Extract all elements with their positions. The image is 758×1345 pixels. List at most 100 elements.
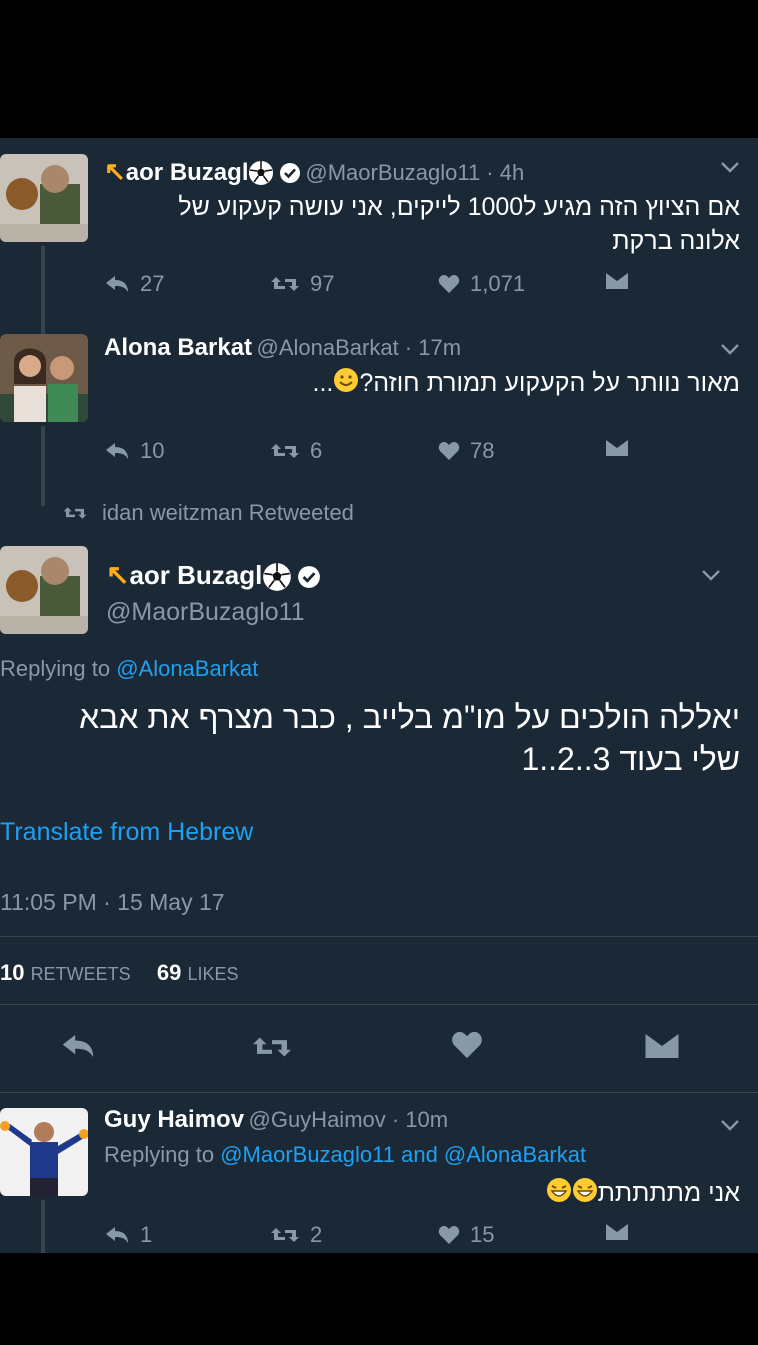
like-stat[interactable]: 69 LIKES: [157, 960, 239, 985]
like-button[interactable]: 1,071: [438, 271, 525, 297]
reply-icon: [106, 443, 128, 459]
retweet-count: 6: [310, 438, 323, 463]
retweet-icon: [252, 1037, 292, 1057]
avatar[interactable]: [0, 334, 88, 422]
like-stat-count: 69: [156, 960, 182, 985]
chevron-down-icon[interactable]: [701, 564, 721, 587]
reply-count: 1: [140, 1222, 153, 1247]
reply-icon: [106, 1227, 128, 1243]
yellow-mark-icon: ↖: [106, 559, 130, 590]
replying-to: Replying to @AlonaBarkat: [0, 656, 258, 682]
retweet-button[interactable]: 2: [270, 1222, 322, 1248]
author-name[interactable]: aor Buzagl: [129, 560, 262, 590]
main-tweet-name-row: ↖aor Buzagl: [106, 558, 321, 597]
replying-to-link[interactable]: @MaorBuzaglo11 and @AlonaBarkat: [220, 1142, 586, 1167]
retweet-button[interactable]: [250, 1032, 294, 1067]
verified-icon: [279, 162, 301, 189]
tweet-actions: 1 2 15: [100, 1222, 640, 1252]
retweet-icon: [271, 444, 299, 458]
timestamp[interactable]: 11:05 PM · 15 May 17: [0, 889, 225, 916]
retweet-button[interactable]: 97: [270, 271, 334, 297]
tweet-header: Alona Barkat @AlonaBarkat · 17m: [104, 334, 461, 362]
tweet-actions: 10 6 78: [100, 438, 640, 468]
dm-button[interactable]: [644, 1030, 680, 1067]
dm-icon: [606, 273, 628, 289]
translate-link[interactable]: Translate from Hebrew: [0, 818, 253, 847]
dm-button[interactable]: [605, 271, 629, 291]
reply-button[interactable]: [60, 1032, 96, 1065]
main-tweet-text: יאללה הולכים על מו"מ בלייב , כבר מצרף את…: [10, 696, 740, 780]
laughing-emoji-icon: [572, 1177, 598, 1212]
author-handle-time[interactable]: @GuyHaimov · 10m: [249, 1107, 449, 1132]
replying-prefix: Replying to: [104, 1142, 221, 1167]
like-button[interactable]: 78: [438, 438, 494, 464]
dm-icon: [606, 1224, 628, 1240]
laughing-emoji-icon: [546, 1177, 572, 1212]
verified-icon: [297, 565, 321, 594]
dm-button[interactable]: [605, 1222, 629, 1242]
tweet-text-line: אלונה ברקת: [612, 227, 740, 255]
reply-count: 27: [140, 271, 165, 296]
like-stat-label: LIKES: [187, 964, 239, 984]
replying-prefix: Replying to: [0, 656, 117, 681]
chevron-down-icon[interactable]: [720, 338, 740, 361]
author-handle-time[interactable]: @MaorBuzaglo11 · 4h: [305, 160, 524, 185]
dm-icon: [645, 1034, 679, 1058]
retweet-button[interactable]: 6: [270, 438, 322, 464]
reply-button[interactable]: 1: [104, 1222, 152, 1248]
ellipsis: ...: [312, 369, 334, 397]
reply-count: 10: [140, 438, 165, 463]
tweet-actions: 27 97 1,071: [100, 271, 640, 301]
divider: [0, 936, 758, 937]
yellow-mark-icon: ↖: [104, 156, 126, 186]
retweet-stat-label: RETWEETS: [30, 964, 131, 984]
like-count: 78: [470, 438, 495, 463]
heart-icon: [438, 442, 460, 460]
tweet-text-line: יאללה הולכים על מו"מ בלייב , כבר מצרף את…: [79, 699, 740, 735]
like-button[interactable]: [451, 1030, 483, 1065]
retweet-stat[interactable]: 10 RETWEETS: [0, 960, 131, 985]
retweet-count: 2: [310, 1222, 323, 1247]
author-name[interactable]: Guy Haimov: [104, 1106, 244, 1133]
main-tweet-actions: [0, 1030, 758, 1070]
reply-button[interactable]: 10: [104, 438, 164, 464]
tweet-text-line: אני מתתתתת: [597, 1179, 740, 1207]
author-name[interactable]: Alona Barkat: [104, 334, 252, 361]
smile-emoji-icon: [333, 367, 359, 402]
soccer-ball-icon: [262, 562, 292, 597]
heart-icon: [452, 1031, 482, 1059]
retweet-icon: [63, 507, 87, 519]
replying-to-link[interactable]: @AlonaBarkat: [116, 656, 258, 681]
thread-line: [41, 1200, 45, 1253]
replying-to: Replying to @MaorBuzaglo11 and @AlonaBar…: [104, 1142, 586, 1168]
chevron-down-icon[interactable]: [720, 156, 740, 179]
tweet-text-line: מאור נוותר על הקעקוע תמורת חוזה?: [359, 369, 740, 397]
divider: [0, 1004, 758, 1005]
tweet-text-line: אם הציוץ הזה מגיע ל1000 לייקים, אני עושה…: [178, 193, 740, 221]
thread-line: [41, 426, 45, 506]
avatar[interactable]: [0, 154, 88, 242]
author-handle-time[interactable]: @AlonaBarkat · 17m: [257, 335, 462, 360]
retweet-count: 97: [310, 271, 335, 296]
tweet-header: ↖aor Buzagl @MaorBuzaglo11 · 4h: [104, 156, 524, 191]
author-handle[interactable]: @MaorBuzaglo11: [106, 598, 305, 627]
tweet-text: אני מתתתתת: [104, 1176, 740, 1212]
avatar[interactable]: [0, 1108, 88, 1196]
author-name[interactable]: aor Buzagl: [126, 159, 249, 186]
tweet-text: אם הציוץ הזה מגיע ל1000 לייקים, אני עושה…: [104, 190, 740, 258]
retweet-icon: [271, 277, 299, 291]
dm-icon: [606, 440, 628, 456]
tweet-header: Guy Haimov @GuyHaimov · 10m: [104, 1106, 448, 1134]
retweet-notice[interactable]: idan weitzman Retweeted: [62, 500, 354, 526]
reply-button[interactable]: 27: [104, 271, 164, 297]
reply-icon: [106, 276, 128, 292]
like-button[interactable]: 15: [438, 1222, 494, 1248]
avatar[interactable]: [0, 546, 88, 634]
retweet-icon: [271, 1228, 299, 1242]
timeline: ↖aor Buzagl @MaorBuzaglo11 · 4h אם הציוץ…: [0, 138, 758, 1253]
soccer-ball-icon: [248, 160, 274, 191]
dm-button[interactable]: [605, 438, 629, 458]
divider: [0, 1092, 758, 1093]
chevron-down-icon[interactable]: [720, 1114, 740, 1137]
like-count: 15: [470, 1222, 495, 1247]
